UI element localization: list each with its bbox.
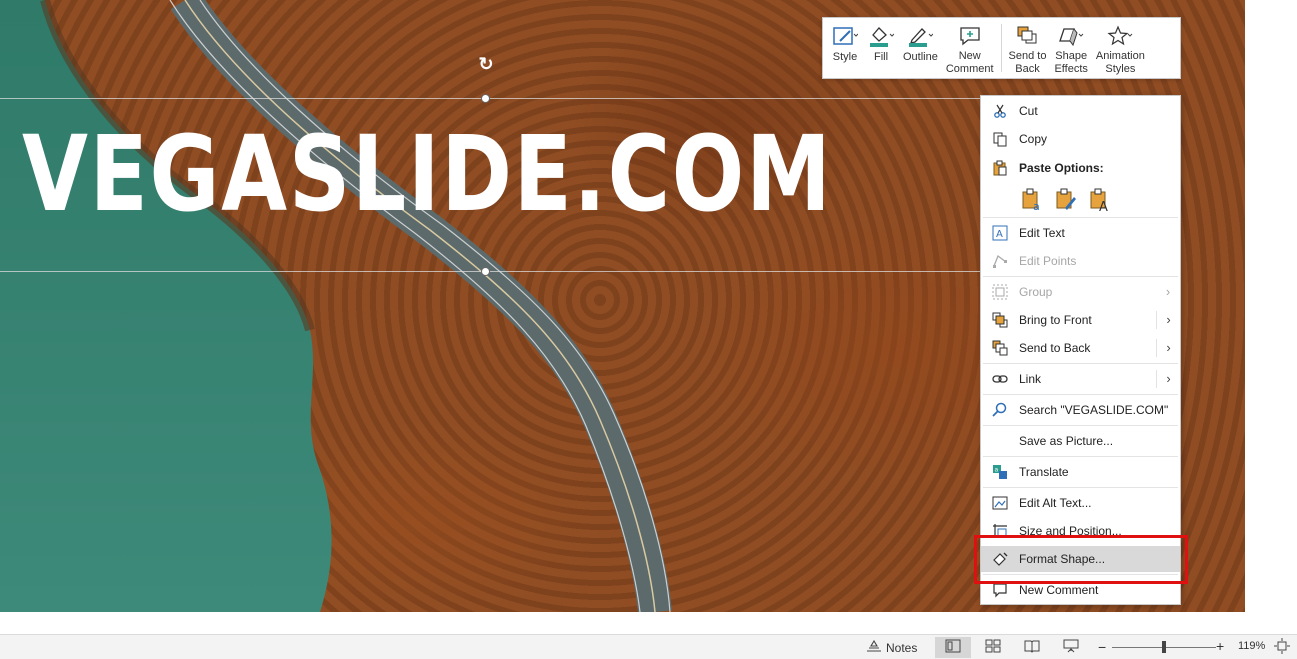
slide-show-button[interactable]: [1053, 637, 1089, 658]
textbox-bottom-border: [0, 271, 980, 272]
reading-view-button[interactable]: [1014, 637, 1050, 658]
menu-separator: [983, 487, 1178, 488]
zoom-in-button[interactable]: +: [1216, 638, 1224, 654]
fit-to-window-icon: [1274, 638, 1290, 657]
chevron-right-icon: ›: [1156, 370, 1180, 388]
zoom-out-button[interactable]: −: [1098, 639, 1106, 655]
comment-icon: [981, 582, 1019, 598]
svg-text:A: A: [996, 229, 1003, 240]
send-to-back-icon: [981, 340, 1019, 356]
menu-separator: [983, 394, 1178, 395]
chevron-right-icon: ›: [1156, 311, 1180, 329]
menu-item-link[interactable]: Link ›: [981, 366, 1180, 392]
resize-handle-bottom[interactable]: [481, 267, 490, 276]
new-comment-button[interactable]: New Comment: [942, 22, 998, 78]
normal-view-icon: [945, 639, 961, 656]
scissors-icon: [981, 103, 1019, 119]
shape-effects-button[interactable]: Shape Effects: [1050, 22, 1091, 78]
slide-sorter-button[interactable]: [975, 637, 1011, 658]
alt-text-icon: [981, 495, 1019, 511]
paste-keep-text-only-icon[interactable]: A: [1087, 187, 1113, 213]
new-comment-icon: [956, 24, 984, 47]
notes-icon: [866, 639, 882, 655]
bring-to-front-icon: [981, 312, 1019, 328]
send-to-back-icon: [1014, 24, 1042, 47]
notes-button[interactable]: Notes: [866, 639, 917, 655]
style-icon: [831, 24, 859, 48]
menu-item-search[interactable]: Search "VEGASLIDE.COM": [981, 397, 1180, 423]
highlight-box: [974, 535, 1188, 584]
mini-toolbar: Style Fill Outline New Comment Send to B…: [822, 17, 1181, 79]
menu-separator: [983, 276, 1178, 277]
link-icon: [981, 371, 1019, 387]
fill-button[interactable]: Fill: [863, 22, 899, 78]
menu-item-edit-text[interactable]: A Edit Text: [981, 220, 1180, 246]
animation-styles-button[interactable]: Animation Styles: [1092, 22, 1149, 78]
menu-item-edit-alt-text[interactable]: Edit Alt Text...: [981, 490, 1180, 516]
zoom-slider-thumb[interactable]: [1162, 641, 1166, 653]
menu-item-save-as-picture[interactable]: Save as Picture...: [981, 428, 1180, 454]
animation-star-icon: [1106, 24, 1134, 47]
menu-item-translate[interactable]: a Translate: [981, 459, 1180, 485]
menu-item-send-to-back[interactable]: Send to Back ›: [981, 335, 1180, 361]
search-icon: [981, 402, 1019, 418]
menu-separator: [983, 363, 1178, 364]
normal-view-button[interactable]: [935, 637, 971, 658]
slide-show-icon: [1063, 639, 1079, 656]
svg-text:a: a: [995, 467, 999, 474]
menu-separator: [983, 217, 1178, 218]
menu-separator: [983, 425, 1178, 426]
menu-item-copy[interactable]: Copy: [981, 126, 1180, 152]
edit-text-icon: A: [981, 225, 1019, 241]
chevron-right-icon: ›: [1156, 339, 1180, 357]
shape-effects-icon: [1057, 24, 1085, 47]
chevron-right-icon: ›: [1165, 284, 1171, 299]
copy-icon: [981, 131, 1019, 147]
menu-item-cut[interactable]: Cut: [981, 98, 1180, 124]
outline-button[interactable]: Outline: [899, 22, 942, 78]
menu-item-paste-options: Paste Options:: [981, 155, 1180, 181]
translate-icon: a: [981, 464, 1019, 480]
paste-options-row: a A: [1019, 187, 1113, 213]
paste-keep-source-formatting-icon[interactable]: [1053, 187, 1079, 213]
zoom-level[interactable]: 119%: [1238, 640, 1265, 652]
paste-use-destination-theme-icon[interactable]: a: [1019, 187, 1045, 213]
resize-handle-top[interactable]: [481, 94, 490, 103]
send-to-back-button[interactable]: Send to Back: [1005, 22, 1051, 78]
group-icon: [981, 284, 1019, 300]
menu-item-bring-to-front[interactable]: Bring to Front ›: [981, 307, 1180, 333]
rotate-handle[interactable]: ↻: [476, 54, 496, 74]
edit-points-icon: [981, 253, 1019, 269]
outline-pen-icon: [906, 24, 934, 48]
textbox-top-border: [0, 98, 980, 99]
reading-view-icon: [1024, 639, 1040, 656]
style-button[interactable]: Style: [827, 22, 863, 78]
fill-bucket-icon: [867, 24, 895, 48]
slide-title-text[interactable]: VEGASLIDE.COM: [22, 122, 832, 226]
right-panel-background: [1245, 0, 1297, 612]
slide-sorter-icon: [985, 639, 1001, 656]
menu-separator: [983, 456, 1178, 457]
menu-item-edit-points[interactable]: Edit Points: [981, 248, 1180, 274]
fit-to-window-button[interactable]: [1274, 638, 1290, 657]
toolbar-separator: [1000, 24, 1002, 72]
svg-text:A: A: [1099, 200, 1108, 212]
svg-text:a: a: [1033, 200, 1040, 212]
menu-item-group[interactable]: Group ›: [981, 279, 1180, 305]
context-menu: Cut Copy Paste Options: a A A Edit Text …: [980, 95, 1181, 605]
status-bar: Notes − + 119%: [0, 634, 1297, 659]
clipboard-icon: [981, 160, 1019, 176]
